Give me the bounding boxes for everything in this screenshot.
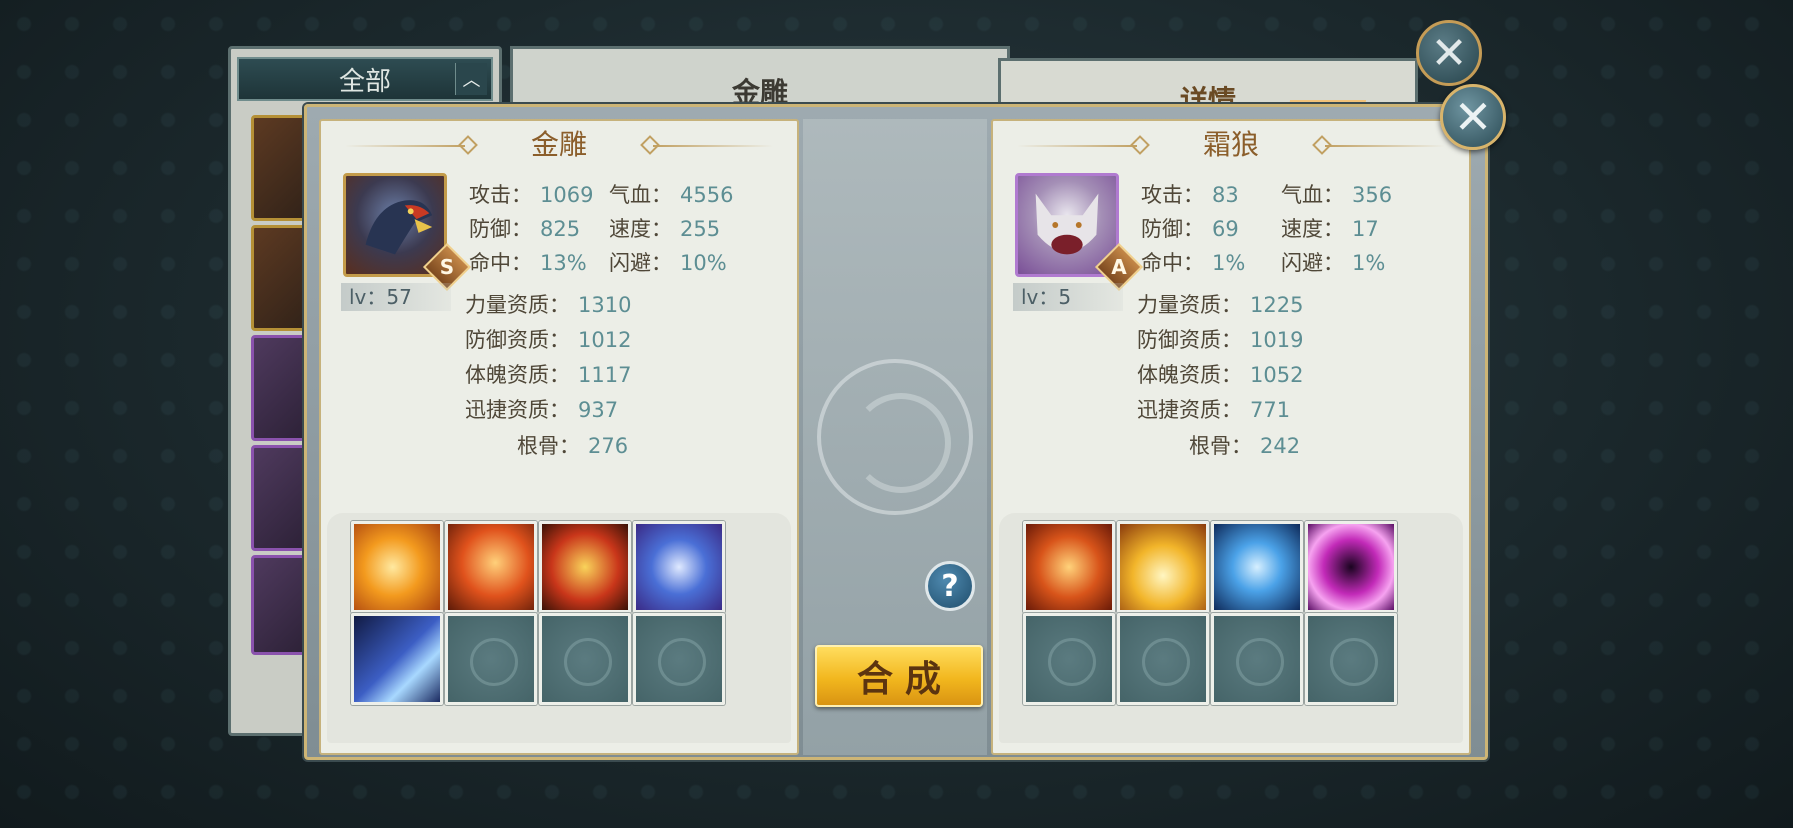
eagle-portrait[interactable]: S xyxy=(343,173,472,292)
empty-skill-slot[interactable] xyxy=(1023,613,1115,705)
stat-defense: 防御： 69 xyxy=(1141,217,1239,241)
close-icon[interactable]: ✕ xyxy=(1440,84,1506,150)
flame-strike-icon[interactable] xyxy=(351,521,443,613)
pet-synthesis-dialog: 金雕 S lv：57 攻击： 1069 气血： 4556 防御： 825 速度： 255… xyxy=(304,104,1488,760)
aptitude-agility: 迅捷资质： 937 xyxy=(465,398,619,422)
background-close-icon[interactable]: ✕ xyxy=(1416,20,1482,86)
pet-level: lv：5 xyxy=(1013,283,1123,311)
fire-orb-icon[interactable] xyxy=(539,521,631,613)
stat-hp: 气血： 4556 xyxy=(609,183,734,207)
help-button[interactable]: ? xyxy=(925,561,975,611)
claw-slash-icon[interactable] xyxy=(351,613,443,705)
ice-heart-icon[interactable] xyxy=(1211,521,1303,613)
aptitude-root-bone: 根骨： 276 xyxy=(517,434,629,458)
stat-attack: 攻击： 83 xyxy=(1141,183,1239,207)
stat-speed: 速度： 255 xyxy=(609,217,721,241)
stat-attack: 攻击： 1069 xyxy=(469,183,594,207)
right-pet-panel: 霜狼 A lv：5 攻击： 83 气血： 356 防御： 69 速度： 17 命中： 1%… xyxy=(991,119,1471,755)
aptitude-strength: 力量资质： 1310 xyxy=(465,293,632,317)
pet-filter-label: 全部 xyxy=(338,66,391,97)
title-ornament xyxy=(653,145,773,147)
chevron-up-icon: ︿ xyxy=(455,63,487,95)
aptitude-defense: 防御资质： 1012 xyxy=(465,328,632,352)
pet-level: lv：57 xyxy=(341,283,451,311)
empty-skill-slot[interactable] xyxy=(1117,613,1209,705)
wolf-portrait[interactable]: A xyxy=(1015,173,1144,292)
pet-filter-dropdown[interactable]: 全部 ︿ xyxy=(237,57,493,101)
fire-beast-icon[interactable] xyxy=(1023,521,1115,613)
synthesize-button[interactable]: 合成 xyxy=(815,645,983,707)
empty-skill-slot[interactable] xyxy=(1305,613,1397,705)
right-skill-grid xyxy=(999,513,1463,743)
shield-icon[interactable] xyxy=(633,521,725,613)
left-pet-panel: 金雕 S lv：57 攻击： 1069 气血： 4556 防御： 825 速度： 255… xyxy=(319,119,799,755)
title-ornament xyxy=(1325,145,1445,147)
phoenix-icon[interactable] xyxy=(445,521,537,613)
aptitude-agility: 迅捷资质： 771 xyxy=(1137,398,1291,422)
stat-hit: 命中： 13% xyxy=(469,251,587,275)
aptitude-physique: 体魄资质： 1052 xyxy=(1137,363,1304,387)
stat-defense: 防御： 825 xyxy=(469,217,581,241)
aptitude-defense: 防御资质： 1019 xyxy=(1137,328,1304,352)
stat-speed: 速度： 17 xyxy=(1281,217,1379,241)
aptitude-physique: 体魄资质： 1117 xyxy=(465,363,632,387)
stat-hit: 命中： 1% xyxy=(1141,251,1246,275)
empty-skill-slot[interactable] xyxy=(1211,613,1303,705)
aptitude-strength: 力量资质： 1225 xyxy=(1137,293,1304,317)
aptitude-root-bone: 根骨： 242 xyxy=(1189,434,1301,458)
empty-skill-slot[interactable] xyxy=(539,613,631,705)
empty-skill-slot[interactable] xyxy=(445,613,537,705)
stat-dodge: 闪避： 10% xyxy=(609,251,727,275)
left-skill-grid xyxy=(327,513,791,743)
dragon-emblem-icon xyxy=(817,359,973,515)
empty-skill-slot[interactable] xyxy=(633,613,725,705)
stat-dodge: 闪避： 1% xyxy=(1281,251,1386,275)
stat-hp: 气血： 356 xyxy=(1281,183,1393,207)
flame-burst-icon[interactable] xyxy=(1117,521,1209,613)
vortex-icon[interactable] xyxy=(1305,521,1397,613)
